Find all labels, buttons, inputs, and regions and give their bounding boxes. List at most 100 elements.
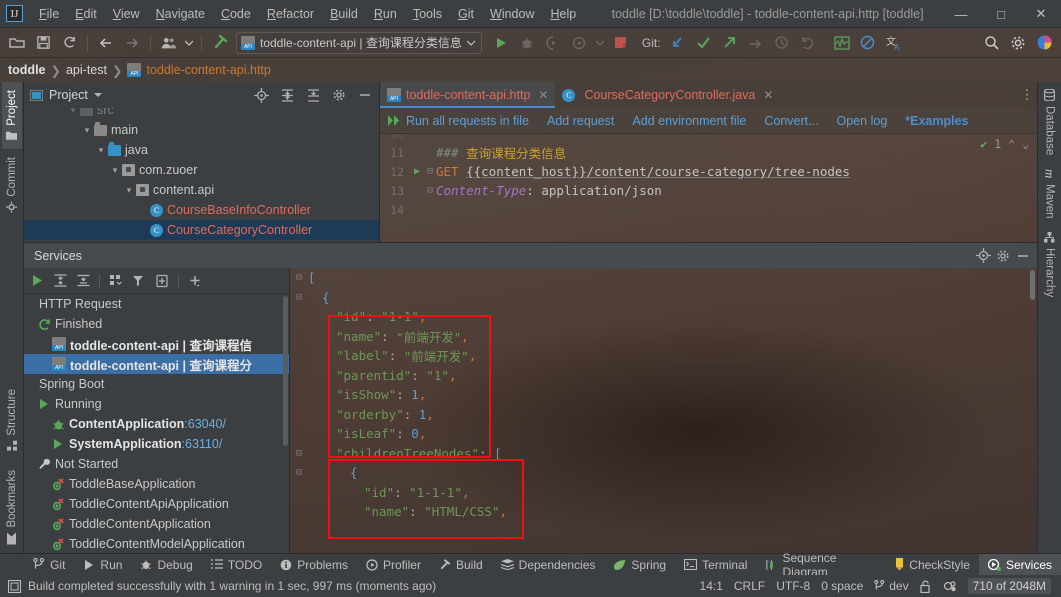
- expand-all-icon[interactable]: [277, 85, 297, 105]
- toolwindow-sequence-diagram[interactable]: Sequence Diagram: [756, 551, 886, 579]
- lock-open-icon[interactable]: [920, 579, 932, 593]
- indent-setting[interactable]: 0 space: [821, 579, 863, 593]
- breadcrumb-folder[interactable]: api-test: [66, 63, 107, 77]
- menu-run[interactable]: Run: [366, 4, 405, 24]
- sidebar-item-bookmarks[interactable]: Bookmarks: [2, 458, 22, 553]
- minimize-button[interactable]: —: [941, 0, 981, 28]
- chevron-down-icon[interactable]: ▾: [94, 145, 108, 156]
- menu-navigate[interactable]: Navigate: [148, 4, 213, 24]
- search-icon[interactable]: [980, 31, 1004, 55]
- toolwindow-checkstyle[interactable]: CheckStyle: [886, 554, 979, 576]
- sidebar-item-commit[interactable]: Commit: [2, 149, 22, 221]
- response-json-viewer[interactable]: ⊟ [ ⊟ { "id": "1-1", "name": "前端开发", "la…: [290, 268, 1037, 553]
- fold-marker-icon[interactable]: ⊟: [424, 185, 436, 196]
- toolwindow-build[interactable]: Build: [430, 554, 492, 576]
- services-node-spring-boot[interactable]: Spring Boot: [24, 374, 289, 394]
- tree-item-src[interactable]: ▾ src: [24, 108, 379, 120]
- menu-file[interactable]: FFileile: [31, 4, 67, 24]
- tree-item-main[interactable]: ▾ main: [24, 120, 379, 140]
- git-history-icon[interactable]: [770, 31, 794, 55]
- menu-refactor[interactable]: Refactor: [259, 4, 322, 24]
- toolwindow-dependencies[interactable]: Dependencies: [492, 554, 605, 576]
- editor-options-icon[interactable]: ⋮: [1017, 82, 1037, 108]
- tree-item-content-api[interactable]: ▾ content.api: [24, 180, 379, 200]
- breadcrumb-file[interactable]: toddle-content-api.http: [146, 63, 270, 77]
- fold-marker-icon[interactable]: ⊟: [290, 292, 308, 303]
- group-icon[interactable]: [105, 270, 127, 292]
- toolwindow-problems[interactable]: Problems: [271, 554, 357, 576]
- tree-item-java[interactable]: ▾ java: [24, 140, 379, 160]
- fold-marker-icon[interactable]: ⊟: [290, 467, 308, 478]
- services-node-not-started[interactable]: Not Started: [24, 454, 289, 474]
- git-rollback-icon[interactable]: [796, 31, 820, 55]
- toolwindow-git[interactable]: Git: [24, 554, 74, 576]
- menu-code[interactable]: Code: [213, 4, 259, 24]
- project-tree[interactable]: ▾ src ▾ main ▾ java ▾ com.zuoer ▾ conten…: [24, 108, 379, 242]
- hammer-icon[interactable]: [208, 31, 232, 55]
- activity-monitor-icon[interactable]: [830, 31, 854, 55]
- sidebar-item-hierarchy[interactable]: Hierarchy: [1040, 225, 1060, 304]
- services-node-port[interactable]: :63040/: [184, 417, 226, 431]
- menu-build[interactable]: Build: [322, 4, 366, 24]
- menu-view[interactable]: View: [105, 4, 148, 24]
- memory-indicator[interactable]: 710 of 2048M: [967, 578, 1051, 594]
- add-environment-file-button[interactable]: Add environment file: [623, 114, 755, 128]
- run-coverage-icon[interactable]: [541, 31, 565, 55]
- tab-toddle-content-api-http[interactable]: toddle-content-api.http ✕: [380, 82, 556, 108]
- services-node-systemapplication[interactable]: SystemApplication :63110/: [24, 434, 289, 454]
- no-entry-icon[interactable]: [856, 31, 880, 55]
- chevron-down-icon[interactable]: ▾: [108, 165, 122, 176]
- chevron-down-icon[interactable]: [93, 92, 102, 98]
- run-button[interactable]: [489, 31, 513, 55]
- chevron-down-icon[interactable]: ▾: [80, 125, 94, 136]
- services-node-finished[interactable]: Finished: [24, 314, 289, 334]
- services-node-contentapplication[interactable]: ContentApplication :63040/: [24, 414, 289, 434]
- close-icon[interactable]: ✕: [763, 88, 773, 102]
- toolwindow-debug[interactable]: Debug: [131, 554, 201, 576]
- run-request-gutter-icon[interactable]: ▶: [410, 166, 424, 177]
- git-commit-check-icon[interactable]: [692, 31, 716, 55]
- code-editor[interactable]: ✔ 1 ⌃ ⌄ 10 11 ### 查询课程分类信息 12 ▶ ⊟ GET {{…: [380, 134, 1037, 242]
- git-stash-icon[interactable]: [744, 31, 768, 55]
- add-request-button[interactable]: Add request: [538, 114, 623, 128]
- git-branch-widget[interactable]: dev: [874, 579, 909, 593]
- debug-button[interactable]: [515, 31, 539, 55]
- locate-icon[interactable]: [973, 246, 993, 266]
- collapse-all-icon[interactable]: [303, 85, 323, 105]
- toolwindow-profiler[interactable]: Profiler: [357, 554, 430, 576]
- services-node-toddlebaseapplication[interactable]: ToddleBaseApplication: [24, 474, 289, 494]
- sidebar-item-structure[interactable]: Structure: [2, 381, 22, 459]
- services-scrollbar[interactable]: [283, 296, 288, 446]
- services-node-toddlecontentapplication[interactable]: ToddleContentApplication: [24, 514, 289, 534]
- line-separator[interactable]: CRLF: [734, 579, 765, 593]
- profile-icon[interactable]: [567, 31, 591, 55]
- collapse-all-icon[interactable]: [72, 270, 94, 292]
- expand-all-icon[interactable]: [49, 270, 71, 292]
- toolwindow-spring[interactable]: Spring: [604, 554, 675, 576]
- ide-avatar-icon[interactable]: [1032, 31, 1056, 55]
- close-icon[interactable]: ✕: [538, 88, 548, 102]
- settings-gear-icon[interactable]: [329, 85, 349, 105]
- translate-icon[interactable]: 文A: [882, 31, 906, 55]
- convert-button[interactable]: Convert...: [755, 114, 827, 128]
- add-frame-icon[interactable]: [151, 270, 173, 292]
- examples-button[interactable]: *Examples: [896, 114, 977, 128]
- chevron-down-icon[interactable]: ▾: [66, 108, 80, 116]
- open-folder-icon[interactable]: [5, 31, 29, 55]
- fold-marker-icon[interactable]: ⊟: [290, 272, 308, 283]
- sidebar-item-database[interactable]: Database: [1040, 82, 1060, 162]
- run-icon[interactable]: [26, 270, 48, 292]
- maximize-button[interactable]: □: [981, 0, 1021, 28]
- chevron-down-icon[interactable]: [183, 31, 195, 55]
- services-node-request-1[interactable]: toddle-content-api | 查询课程信: [24, 334, 289, 354]
- tree-item-coursecategorycontroller[interactable]: C CourseCategoryController: [24, 220, 379, 240]
- breadcrumb-project[interactable]: toddle: [8, 63, 46, 77]
- hide-panel-icon[interactable]: [1013, 246, 1033, 266]
- chevron-down-icon[interactable]: ▾: [122, 185, 136, 196]
- sidebar-item-project[interactable]: Project: [1, 82, 22, 149]
- open-log-button[interactable]: Open log: [828, 114, 897, 128]
- sync-icon[interactable]: [57, 31, 81, 55]
- menu-tools[interactable]: Tools: [405, 4, 450, 24]
- settings-gear-icon[interactable]: [993, 246, 1013, 266]
- tree-item-coursebaseinfocontroller[interactable]: C CourseBaseInfoController: [24, 200, 379, 220]
